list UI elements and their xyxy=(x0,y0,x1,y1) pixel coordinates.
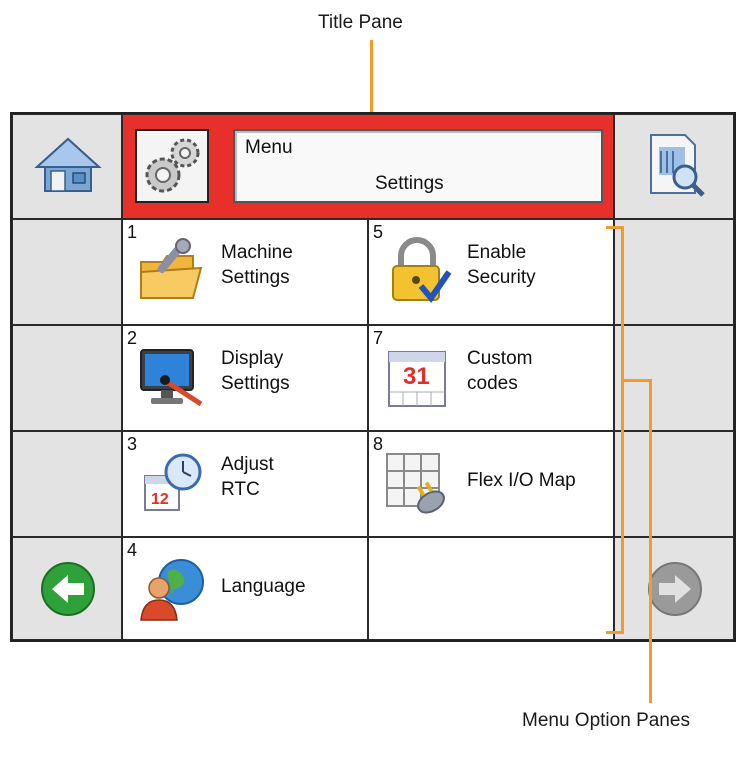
option-label: Display Settings xyxy=(221,348,290,394)
option-label: Flex I/O Map xyxy=(467,470,576,491)
monitor-icon xyxy=(140,349,203,407)
title-pane: Menu Settings xyxy=(122,114,614,219)
option-flex-io-map[interactable]: 8 Flex I/O Map xyxy=(368,431,614,537)
option-label: Language xyxy=(221,576,306,597)
hmi-screen: Menu Settings 1 Machine Settings 5 Enabl… xyxy=(10,112,736,642)
calendar-icon: 31 xyxy=(388,351,446,407)
wrench-folder-icon xyxy=(140,238,203,299)
option-adjust-rtc[interactable]: 3 12 Adjust RTC xyxy=(122,431,368,537)
option-display-settings[interactable]: 2 Display Settings xyxy=(122,325,368,431)
back-button[interactable] xyxy=(12,537,122,640)
option-number: 4 xyxy=(127,540,138,560)
option-number: 8 xyxy=(373,434,384,454)
bracket-vertical xyxy=(621,226,624,634)
preview-button[interactable] xyxy=(614,114,734,219)
home-button[interactable] xyxy=(12,114,122,219)
clock-calendar-icon: 12 xyxy=(144,453,202,511)
bracket-connector xyxy=(621,379,652,382)
menu-title: Menu xyxy=(245,137,293,158)
option-custom-codes[interactable]: 7 31 Custom codes xyxy=(368,325,614,431)
arrow-right-icon xyxy=(648,562,702,616)
globe-person-icon xyxy=(140,559,204,621)
option-number: 7 xyxy=(373,328,384,348)
left-side-pane xyxy=(12,431,122,537)
forward-button[interactable] xyxy=(614,537,734,640)
menu-subtitle: Settings xyxy=(375,173,444,194)
home-icon xyxy=(34,137,102,192)
option-empty xyxy=(368,537,614,640)
option-number: 3 xyxy=(127,434,138,454)
left-side-pane xyxy=(12,219,122,325)
settings-button[interactable] xyxy=(135,129,209,203)
document-magnifier-icon xyxy=(650,134,705,197)
title-pane-callout: Title Pane xyxy=(318,12,403,33)
option-label: Enable Security xyxy=(467,242,536,288)
arrow-left-icon xyxy=(41,562,95,616)
gears-icon xyxy=(145,138,200,193)
right-side-pane xyxy=(614,431,734,537)
option-language[interactable]: 4 Language xyxy=(122,537,368,640)
option-label: Machine Settings xyxy=(221,242,293,288)
padlock-icon xyxy=(392,237,452,303)
option-machine-settings[interactable]: 1 Machine Settings xyxy=(122,219,368,325)
menu-option-panes-callout: Menu Option Panes xyxy=(522,710,690,731)
left-side-pane xyxy=(12,325,122,431)
option-number: 2 xyxy=(127,328,138,348)
right-side-pane xyxy=(614,325,734,431)
option-label: Adjust RTC xyxy=(221,454,274,500)
grid-plug-icon xyxy=(386,453,445,514)
option-label: Custom codes xyxy=(467,348,533,394)
svg-text:12: 12 xyxy=(151,491,169,508)
options-callout-line xyxy=(649,379,652,703)
option-number: 5 xyxy=(373,222,384,242)
option-number: 1 xyxy=(127,222,138,242)
title-display: Menu Settings xyxy=(233,129,603,203)
svg-text:31: 31 xyxy=(403,363,430,390)
option-enable-security[interactable]: 5 Enable Security xyxy=(368,219,614,325)
right-side-pane xyxy=(614,219,734,325)
bracket-bottom xyxy=(606,631,624,634)
